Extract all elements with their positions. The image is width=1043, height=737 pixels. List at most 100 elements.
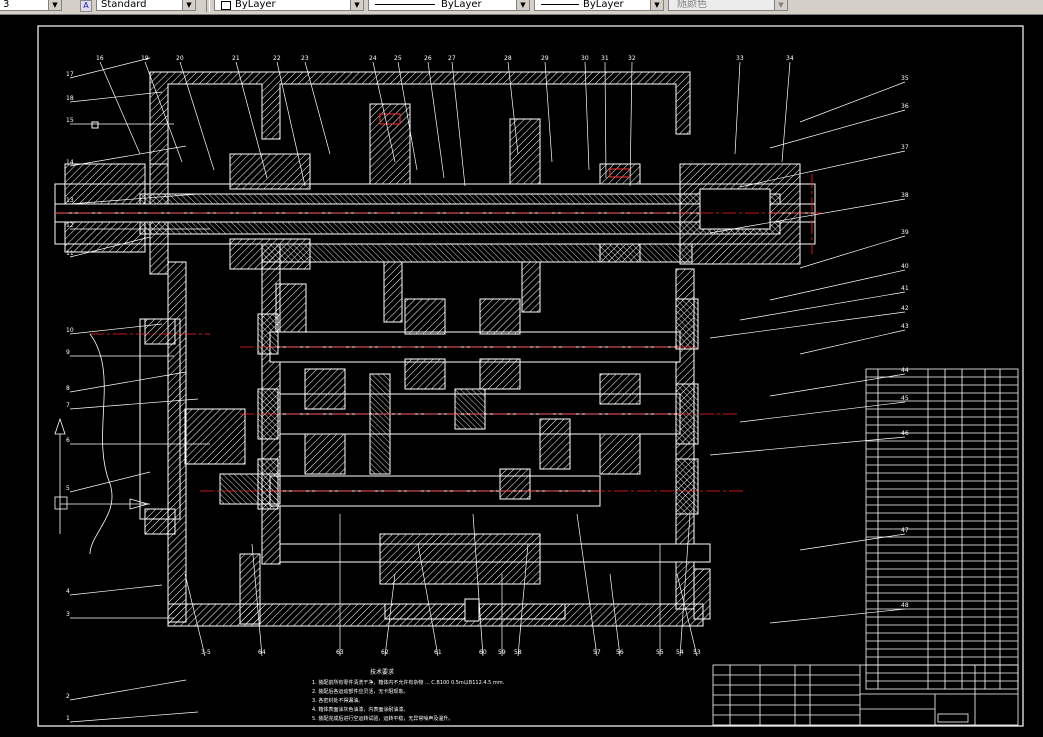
callout-number: 41: [901, 285, 909, 292]
linetype-dropdown[interactable]: ByLayer ▼: [368, 0, 530, 11]
leader-line: [69, 584, 163, 596]
lineweight-value: ByLayer: [583, 0, 624, 10]
intermediate-shafts: [139, 298, 711, 625]
callout-number: 43: [901, 323, 909, 330]
callout-number: 26: [424, 55, 432, 62]
callout-number: 59: [498, 649, 506, 656]
callout-number: 28: [504, 55, 512, 62]
callout-number: 64: [258, 649, 266, 656]
properties-toolbar: 3 ▼ A Standard ▼ ByLayer ▼ ByLayer ▼ ByL…: [0, 0, 1043, 15]
callout-number: 39: [901, 229, 909, 236]
linetype-preview: [375, 4, 435, 5]
callout-number: 27: [448, 55, 456, 62]
callout-number: 19: [141, 55, 149, 62]
callout-number: 8: [66, 385, 70, 392]
callout-number: 61: [434, 649, 442, 656]
callout-number: 9: [66, 349, 70, 356]
callout-number: 35: [901, 75, 909, 82]
callout-number: 21: [232, 55, 240, 62]
main-spindle: [54, 103, 816, 270]
text-style-icon[interactable]: A: [80, 0, 92, 12]
chevron-down-icon[interactable]: ▼: [350, 0, 363, 10]
lineweight-preview: [541, 4, 579, 5]
plot-style-dropdown[interactable]: 随颜色 ▼: [668, 0, 788, 11]
callout-number: 36: [901, 103, 909, 110]
leader-line: [739, 291, 906, 321]
lineweight-dropdown[interactable]: ByLayer ▼: [534, 0, 664, 11]
notes-title: 技术要求: [370, 668, 394, 676]
callout-number: 1: [66, 715, 70, 722]
note-line: 5. 装配完成后进行空运转试验，运转平稳，无异常噪声及温升。: [312, 715, 453, 722]
leader-line: [69, 711, 199, 723]
callout-number: 24: [369, 55, 377, 62]
callout-number: 25: [394, 55, 402, 62]
note-line: 4. 箱体表面涂灰色油漆，内表面涂耐油漆。: [312, 706, 408, 713]
leader-line: [799, 329, 906, 355]
callout-number: 10: [66, 327, 74, 334]
text-style-value: Standard: [101, 0, 147, 10]
callout-number: 11: [66, 250, 74, 257]
leader-line: [99, 61, 141, 155]
leader-line: [709, 311, 906, 339]
callout-number: 55: [656, 649, 664, 656]
linetype-value: ByLayer: [441, 0, 482, 10]
callout-number: 62: [381, 649, 389, 656]
chevron-down-icon[interactable]: ▼: [650, 0, 663, 10]
callout-number: 2: [66, 693, 70, 700]
layer-dropdown[interactable]: ByLayer ▼: [214, 0, 364, 11]
callout-number: 40: [901, 263, 909, 270]
chevron-down-icon[interactable]: ▼: [182, 0, 195, 10]
callout-number: 29: [541, 55, 549, 62]
parts-list: [865, 368, 1019, 690]
leader-line: [69, 57, 151, 79]
text-style-dropdown[interactable]: Standard ▼: [96, 0, 196, 11]
callout-number: 60: [479, 649, 487, 656]
callout-number: 14: [66, 159, 74, 166]
text-style-stub-value: 3: [3, 0, 10, 10]
drawing-svg: 16 19 20 21 22 23 24 25 26 27 28 29 30 31 32 33 34353637…: [37, 25, 1024, 727]
chevron-down-icon[interactable]: ▼: [774, 0, 787, 10]
callout-number: 5: [66, 485, 70, 492]
technical-notes: 技术要求 1. 装配前所有零件清洗干净，箱体内不允许有杂物 ... C.B100…: [312, 668, 505, 722]
callout-number: 53: [693, 649, 701, 656]
callout-number: 37: [901, 144, 909, 151]
callout-number: 38: [901, 192, 909, 199]
title-block: [712, 664, 1019, 726]
leader-line: [799, 235, 906, 269]
callout-number: 44: [901, 367, 909, 374]
callout-number: 58: [514, 649, 522, 656]
callout-number: 12: [66, 222, 74, 229]
layer-color-swatch: [221, 1, 231, 10]
layer-value: ByLayer: [235, 0, 276, 10]
callout-number: 54: [676, 649, 684, 656]
leader-line: [69, 679, 187, 701]
callout-number: 30: [581, 55, 589, 62]
callout-number: 31: [601, 55, 609, 62]
leader-line: [576, 513, 598, 657]
callout-number: 4: [66, 588, 70, 595]
callout-number: 56: [616, 649, 624, 656]
marker-square: [91, 121, 99, 129]
chevron-down-icon[interactable]: ▼: [516, 0, 529, 10]
leader-line: [734, 61, 741, 155]
callout-number: 48: [901, 602, 909, 609]
note-line: 3. 各密封处不得漏油。: [312, 697, 363, 704]
leader-line: [739, 401, 906, 423]
callout-number: 6: [66, 437, 70, 444]
note-line: 1. 装配前所有零件清洗干净，箱体内不允许有杂物 ... C.B100 0.5m…: [312, 679, 505, 686]
leader-line: [799, 533, 906, 551]
callout-number: 23: [301, 55, 309, 62]
text-style-stub-dropdown[interactable]: 3 ▼: [0, 0, 62, 11]
callout-number: 15: [66, 117, 74, 124]
leader-line: [769, 608, 906, 624]
note-line: 2. 装配后各运动部件应灵活，无卡阻现象。: [312, 688, 408, 695]
callout-number: 17: [66, 71, 74, 78]
callout-number: 57: [593, 649, 601, 656]
cad-model-space[interactable]: 16 19 20 21 22 23 24 25 26 27 28 29 30 31 32 33 34 35 36 37…: [0, 14, 1043, 733]
chevron-down-icon[interactable]: ▼: [48, 0, 61, 10]
callout-number: 34: [786, 55, 794, 62]
callout-number: 7: [66, 402, 70, 409]
callout-number: 42: [901, 305, 909, 312]
callout-number: 3: [66, 611, 70, 618]
callout-number: 32: [628, 55, 636, 62]
